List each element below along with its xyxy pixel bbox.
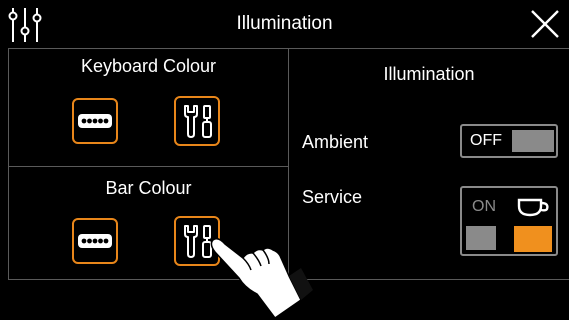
bar-colour-service-button[interactable] — [174, 216, 220, 266]
service-state-text: ON — [472, 198, 496, 215]
service-swatch-grey[interactable] — [466, 226, 496, 250]
wrench-screwdriver-icon — [184, 225, 212, 258]
service-swatch-orange[interactable] — [514, 226, 552, 252]
bar-colour-title: Bar Colour — [105, 178, 192, 198]
dots-icon — [78, 234, 112, 248]
illumination-title: Illumination — [383, 64, 475, 84]
bar-colour-dots-button[interactable] — [72, 218, 118, 264]
ambient-state-text: OFF — [470, 132, 502, 149]
keyboard-colour-dots-button[interactable] — [72, 98, 118, 144]
coffee-cup-icon — [517, 198, 549, 217]
dots-icon — [78, 114, 112, 128]
panel-divider — [8, 166, 289, 167]
service-toggle[interactable]: ON — [460, 186, 558, 256]
wrench-screwdriver-icon — [184, 105, 212, 138]
service-label: Service — [302, 187, 363, 207]
header-bar: Illumination — [0, 0, 569, 48]
ambient-label: Ambient — [302, 132, 369, 152]
toggle-switch-icon — [512, 130, 554, 152]
page-title: Illumination — [236, 13, 333, 34]
ambient-toggle[interactable]: OFF — [460, 124, 558, 158]
keyboard-colour-service-button[interactable] — [174, 96, 220, 146]
colour-panel — [8, 48, 289, 280]
close-icon[interactable] — [529, 8, 561, 40]
keyboard-colour-title: Keyboard Colour — [80, 56, 217, 76]
